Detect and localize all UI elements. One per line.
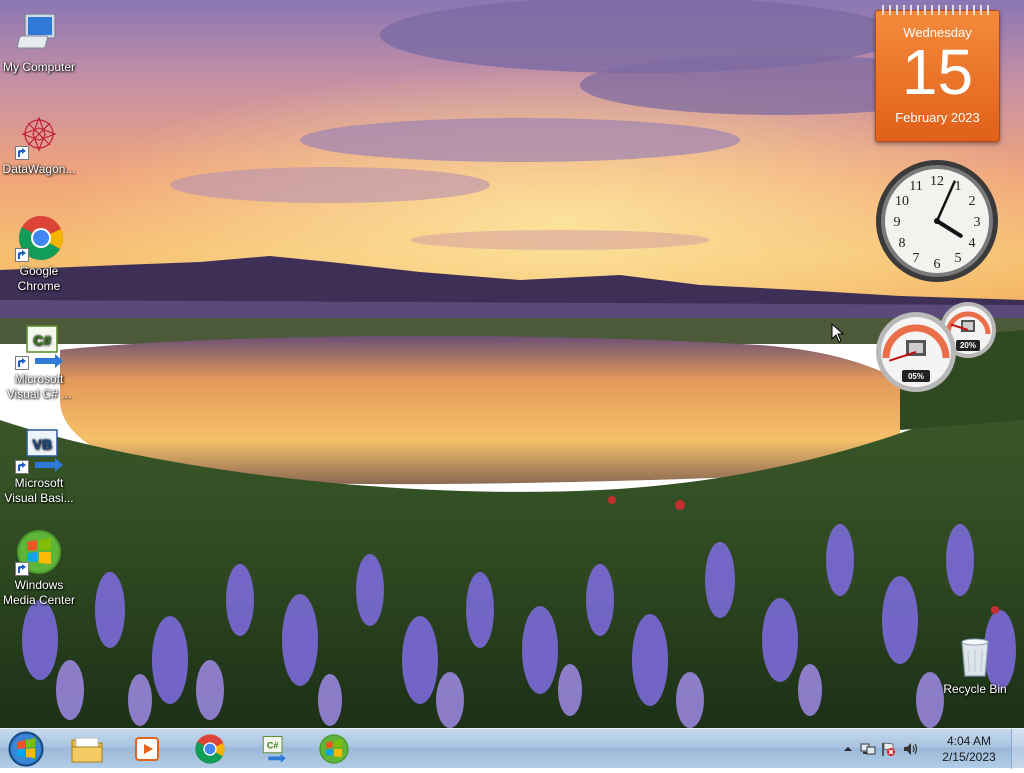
desktop-icon-label: Microsoft Visual Basi... xyxy=(4,476,74,505)
shortcut-arrow-icon xyxy=(15,356,29,370)
system-clock[interactable]: 4:04 AM 2/15/2023 xyxy=(934,733,1004,765)
svg-text:10: 10 xyxy=(895,194,909,209)
svg-text:6: 6 xyxy=(934,257,941,272)
desktop-icon-label: Microsoft Visual C# ... xyxy=(6,372,72,401)
chrome-icon xyxy=(195,734,225,764)
computer-icon xyxy=(15,10,63,58)
svg-text:4: 4 xyxy=(969,236,976,251)
show-desktop-button[interactable] xyxy=(1011,729,1024,769)
cpu-usage-label: 05% xyxy=(908,372,924,381)
shortcut-arrow-icon xyxy=(15,146,29,160)
svg-text:3: 3 xyxy=(974,215,981,230)
system-tray: 4:04 AM 2/15/2023 xyxy=(834,729,1024,769)
media-player-icon xyxy=(135,737,159,761)
svg-text:11: 11 xyxy=(909,179,922,194)
shortcut-arrow-icon xyxy=(15,460,29,474)
clock-time: 4:04 AM xyxy=(946,734,992,748)
desktop-wallpaper xyxy=(0,0,1024,728)
mouse-cursor xyxy=(831,322,845,343)
media-center-icon xyxy=(15,528,63,576)
calendar-rings xyxy=(882,5,993,15)
visual-basic-icon: VB xyxy=(15,426,63,474)
clock-gadget[interactable]: 12 1 2 345 678 9 10 11 xyxy=(874,158,1000,284)
calendar-day: 15 xyxy=(901,36,974,108)
taskbar: C# 4:04 AM 2/15/2023 xyxy=(0,728,1024,769)
svg-text:9: 9 xyxy=(894,215,901,230)
desktop-icon-my-computer[interactable]: My Computer xyxy=(0,10,78,75)
shortcut-arrow-icon xyxy=(15,248,29,262)
visual-csharp-icon: C# xyxy=(262,736,286,763)
folder-icon xyxy=(71,737,103,763)
desktop-icon-recycle-bin[interactable]: Recycle Bin xyxy=(936,632,1014,697)
desktop-icon-label: Windows Media Center xyxy=(2,578,76,607)
svg-text:VB: VB xyxy=(32,436,51,452)
svg-text:2: 2 xyxy=(969,194,976,209)
show-hidden-icons-icon[interactable] xyxy=(840,741,856,757)
desktop-icon-datawagon[interactable]: DataWagon... xyxy=(0,112,78,177)
volume-icon[interactable] xyxy=(902,741,918,757)
desktop-icon-google-chrome[interactable]: Google Chrome xyxy=(0,214,78,294)
svg-text:8: 8 xyxy=(899,236,906,251)
desktop-icon-label: Recycle Bin xyxy=(943,682,1007,696)
desktop-icon-media-center[interactable]: Windows Media Center xyxy=(0,528,78,608)
desktop-icon-label: DataWagon... xyxy=(2,162,76,176)
start-button[interactable] xyxy=(6,730,46,768)
media-center-icon xyxy=(319,734,349,764)
svg-text:12: 12 xyxy=(930,174,944,189)
taskbar-app-visual-csharp[interactable]: C# xyxy=(244,731,300,767)
taskbar-app-media-player[interactable] xyxy=(120,731,176,767)
calendar-month-year: February 2023 xyxy=(895,110,980,125)
recycle-bin-icon xyxy=(951,632,999,680)
calendar-gadget[interactable]: Wednesday 15 February 2023 xyxy=(875,5,1000,142)
svg-text:7: 7 xyxy=(913,251,920,266)
shortcut-arrow-icon xyxy=(15,562,29,576)
network-icon[interactable] xyxy=(860,741,876,757)
svg-text:C#: C# xyxy=(33,332,51,348)
taskbar-app-windows-explorer[interactable] xyxy=(59,731,115,767)
desktop-icon-label: Google Chrome xyxy=(17,264,61,293)
desktop-icon-visual-basic[interactable]: VB Microsoft Visual Basi... xyxy=(0,426,78,506)
desktop-icon-label: My Computer xyxy=(2,60,76,74)
taskbar-app-google-chrome[interactable] xyxy=(182,731,238,767)
taskbar-app-media-center[interactable] xyxy=(306,731,362,767)
cpu-meter-gadget[interactable]: 20% 05% xyxy=(872,300,1000,394)
memory-usage-label: 20% xyxy=(960,341,976,350)
svg-text:C#: C# xyxy=(267,740,278,750)
svg-text:5: 5 xyxy=(955,251,962,266)
action-center-flag-icon[interactable] xyxy=(880,741,896,757)
desktop-icon-visual-csharp[interactable]: C# Microsoft Visual C# ... xyxy=(0,322,78,402)
datawagon-icon xyxy=(15,112,63,160)
clock-date: 2/15/2023 xyxy=(942,750,996,764)
chrome-icon xyxy=(15,214,63,262)
visual-csharp-icon: C# xyxy=(15,322,63,370)
